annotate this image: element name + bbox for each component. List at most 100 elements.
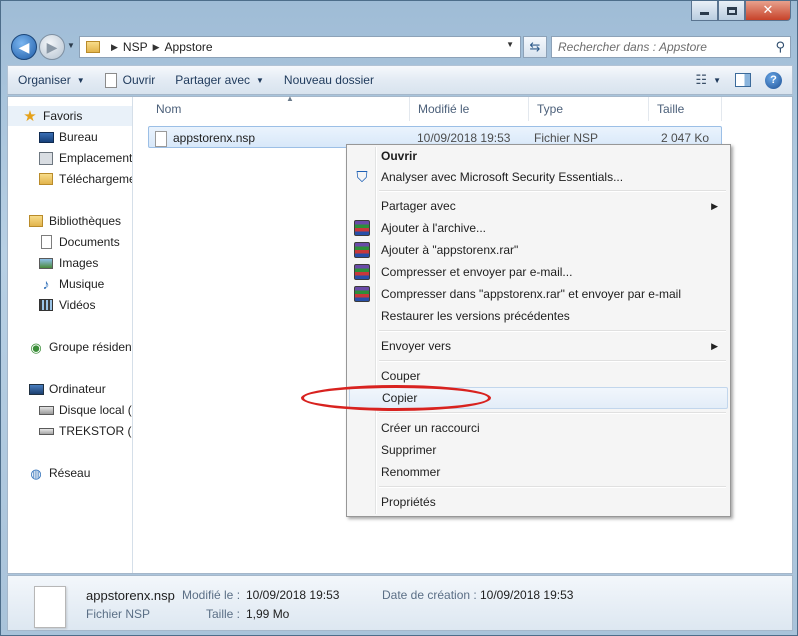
winrar-icon [354, 286, 370, 302]
menu-item-open[interactable]: Ouvrir [349, 145, 728, 167]
sidebar-item-recent-places[interactable]: Emplacement [38, 148, 132, 168]
column-header-name[interactable]: Nom ▲ [148, 94, 410, 121]
details-size-value: 1,99 Mo [246, 607, 290, 621]
explorer-window: ✕ ◀ ▶ ▼ ▶ NSP ▶ Appstore ▼ ⇆ Rechercher … [0, 0, 798, 636]
sidebar-label: Bureau [59, 130, 98, 144]
menu-item-add-to-rar[interactable]: Ajouter à "appstorenx.rar" [349, 239, 728, 261]
menu-item-add-to-archive[interactable]: Ajouter à l'archive... [349, 217, 728, 239]
help-icon[interactable]: ? [765, 71, 782, 89]
sidebar-label: Disque local ( [59, 403, 132, 417]
minimize-icon [700, 12, 709, 15]
menu-separator [379, 360, 726, 362]
maximize-button[interactable] [718, 1, 745, 21]
menu-item-share-with[interactable]: Partager avec ▶ [349, 195, 728, 217]
refresh-button[interactable]: ⇆ [523, 36, 547, 58]
command-bar: Organiser ▼ Ouvrir Partager avec ▼ Nouve… [7, 65, 793, 95]
sidebar-item-pictures[interactable]: Images [38, 253, 98, 273]
details-modified-label: Modifié le : [182, 588, 241, 602]
menu-item-scan-mse[interactable]: ⛉ Analyser avec Microsoft Security Essen… [349, 166, 728, 188]
toolbar-right-group: ☷ ▼ ? [695, 66, 792, 94]
folder-icon [86, 41, 100, 53]
sidebar-item-music[interactable]: ♪ Musique [38, 274, 105, 294]
open-label: Ouvrir [122, 73, 156, 87]
sidebar-item-downloads[interactable]: Téléchargeme [38, 169, 132, 189]
breadcrumb-separator-icon[interactable]: ▶ [153, 42, 160, 53]
view-options-icon[interactable]: ☷ [695, 72, 707, 88]
sidebar-item-libraries[interactable]: Bibliothèques [28, 211, 121, 231]
menu-item-cut[interactable]: Couper [349, 365, 728, 387]
back-button[interactable]: ◀ [11, 34, 37, 60]
close-button[interactable]: ✕ [745, 1, 791, 21]
menu-item-delete[interactable]: Supprimer [349, 439, 728, 461]
sidebar-label: Images [59, 256, 99, 270]
column-header-modified[interactable]: Modifié le [410, 97, 529, 121]
menu-separator [379, 486, 726, 488]
sidebar-item-network[interactable]: ◍ Réseau [28, 463, 90, 483]
column-header-type[interactable]: Type [529, 97, 649, 121]
menu-item-compress-email[interactable]: Compresser et envoyer par e-mail... [349, 261, 728, 283]
menu-item-create-shortcut[interactable]: Créer un raccourci [349, 417, 728, 439]
column-header-size[interactable]: Taille [649, 97, 722, 121]
menu-item-copy[interactable]: Copier [349, 387, 728, 409]
arrow-right-icon: ▶ [46, 38, 58, 55]
menu-item-label: Copier [382, 391, 418, 405]
winrar-icon [354, 220, 370, 236]
sidebar-label: Bibliothèques [49, 214, 122, 228]
sidebar-label: Emplacement [59, 151, 133, 165]
forward-button[interactable]: ▶ [39, 34, 65, 60]
sidebar-item-homegroup[interactable]: ◉ Groupe résident [28, 337, 132, 357]
sidebar-item-local-disk[interactable]: Disque local ( [38, 400, 132, 420]
sidebar-item-documents[interactable]: Documents [38, 232, 120, 252]
share-with-button[interactable]: Partager avec ▼ [165, 66, 274, 94]
share-label: Partager avec [175, 73, 250, 87]
sidebar-item-favorites[interactable]: ★ Favoris [8, 106, 132, 126]
breadcrumb-item-appstore[interactable]: Appstore [165, 40, 213, 54]
sidebar-label: TREKSTOR (E: [59, 424, 132, 438]
preview-pane-icon[interactable] [735, 73, 751, 87]
file-icon [155, 131, 167, 147]
shield-icon: ⛉ [356, 168, 368, 186]
sidebar-item-computer[interactable]: Ordinateur [28, 379, 106, 399]
menu-item-send-to[interactable]: Envoyer vers ▶ [349, 335, 728, 357]
search-icon[interactable]: ⚲ [775, 39, 785, 55]
details-created-label: Date de création : [382, 588, 477, 602]
navigation-pane: ★ Favoris Bureau Emplacement Téléchargem… [8, 97, 133, 573]
open-button[interactable]: Ouvrir [95, 66, 166, 94]
minimize-button[interactable] [691, 1, 718, 21]
organize-label: Organiser [18, 73, 71, 87]
search-input[interactable]: Rechercher dans : Appstore ⚲ [551, 36, 791, 58]
title-bar: ✕ [1, 1, 797, 29]
menu-item-properties[interactable]: Propriétés [349, 491, 728, 513]
address-history-chevron-down-icon[interactable]: ▼ [506, 40, 514, 49]
context-menu: Ouvrir ⛉ Analyser avec Microsoft Securit… [346, 144, 731, 517]
sidebar-label: Documents [59, 235, 120, 249]
breadcrumb-item-nsp[interactable]: NSP [123, 40, 148, 54]
sidebar-item-trekstor-drive[interactable]: TREKSTOR (E: [38, 421, 132, 441]
menu-item-rename[interactable]: Renommer [349, 461, 728, 483]
menu-item-label: Couper [381, 369, 421, 383]
menu-item-label: Compresser dans "appstorenx.rar" et envo… [381, 287, 681, 301]
organize-menu-button[interactable]: Organiser ▼ [8, 66, 95, 94]
arrow-left-icon: ◀ [18, 38, 30, 55]
winrar-icon [354, 242, 370, 258]
menu-item-compress-rar-email[interactable]: Compresser dans "appstorenx.rar" et envo… [349, 283, 728, 305]
view-chevron-down-icon[interactable]: ▼ [713, 76, 721, 85]
menu-item-label: Propriétés [381, 495, 436, 509]
column-header-label: Modifié le [418, 102, 470, 116]
file-size: 2 047 Ko [661, 131, 710, 145]
submenu-arrow-icon: ▶ [711, 340, 718, 351]
sidebar-item-videos[interactable]: Vidéos [38, 295, 95, 315]
pictures-icon [38, 256, 54, 270]
menu-item-label: Ajouter à "appstorenx.rar" [381, 243, 519, 257]
recent-pages-chevron-down-icon[interactable]: ▼ [67, 41, 75, 50]
details-size-label: Taille : [206, 607, 241, 621]
file-type: Fichier NSP [534, 131, 599, 145]
new-folder-label: Nouveau dossier [283, 73, 374, 87]
breadcrumb-separator-icon[interactable]: ▶ [111, 42, 118, 53]
sidebar-item-desktop[interactable]: Bureau [38, 127, 98, 147]
new-folder-button[interactable]: Nouveau dossier [274, 66, 384, 94]
usb-drive-icon [38, 424, 54, 438]
address-bar[interactable]: ▶ NSP ▶ Appstore ▼ [79, 36, 521, 58]
address-row: ◀ ▶ ▼ ▶ NSP ▶ Appstore ▼ ⇆ Rechercher da… [7, 31, 793, 61]
menu-item-restore-versions[interactable]: Restaurer les versions précédentes [349, 305, 728, 327]
